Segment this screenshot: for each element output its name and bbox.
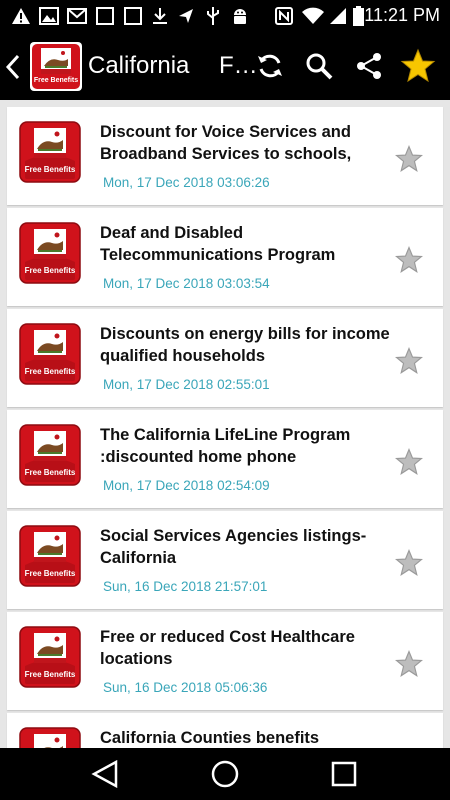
list-item-date: Mon, 17 Dec 2018 03:03:54	[103, 276, 270, 291]
nfc-icon	[274, 6, 294, 26]
list-item-title: Free or reduced Cost Healthcare location…	[100, 628, 355, 668]
list-item-date: Sun, 16 Dec 2018 21:57:01	[103, 579, 268, 594]
status-bar: 11:21 PM	[0, 0, 450, 33]
thumbnail-text: Free Benefits	[24, 165, 76, 174]
free-benefits-thumbnail: Free Benefits	[19, 121, 81, 183]
square-icon	[94, 6, 116, 26]
send-icon	[176, 6, 196, 26]
thumbnail-text: Free Benefits	[24, 670, 76, 679]
free-benefits-thumbnail: Free Benefits	[19, 222, 81, 284]
thumbnail-text: Free Benefits	[24, 266, 76, 275]
favorite-star-outline-icon[interactable]	[395, 650, 423, 678]
list-item-date: Sun, 16 Dec 2018 05:06:36	[103, 680, 268, 695]
battery-icon	[352, 6, 364, 26]
thumbnail-text: Free Benefits	[24, 569, 76, 578]
favorite-star-outline-icon[interactable]	[395, 246, 423, 274]
back-triangle-icon[interactable]	[88, 758, 122, 790]
favorite-star-outline-icon[interactable]	[395, 145, 423, 173]
list-item-title: California Counties benefits application	[100, 729, 320, 747]
list-item[interactable]: Free Benefits The California LifeLine Pro…	[7, 410, 443, 508]
free-benefits-thumbnail: Free Benefits	[19, 525, 81, 587]
download-icon	[150, 6, 170, 26]
status-time: 11:21 PM	[364, 5, 440, 25]
favorite-star-outline-icon[interactable]	[395, 549, 423, 577]
list-item-title: The California LifeLine Program :discoun…	[100, 426, 351, 466]
share-icon[interactable]	[350, 47, 388, 85]
list-item[interactable]: Free Benefits California Counties benefit…	[7, 713, 443, 748]
app-logo-text: Free Benefits	[33, 77, 79, 84]
list-item-date: Mon, 17 Dec 2018 02:55:01	[103, 377, 270, 392]
wifi-icon	[300, 6, 326, 26]
free-benefits-thumbnail: Free Benefits	[19, 727, 81, 748]
thumbnail-text: Free Benefits	[24, 468, 76, 477]
free-benefits-thumbnail: Free Benefits	[19, 626, 81, 688]
list-item-date: Mon, 17 Dec 2018 03:06:26	[103, 175, 270, 190]
list-item[interactable]: Free Benefits Deaf and Disabled Telecommu…	[7, 208, 443, 306]
favorite-star-outline-icon[interactable]	[395, 347, 423, 375]
thumbnail-text: Free Benefits	[24, 367, 76, 376]
back-arrow-icon[interactable]	[3, 53, 23, 81]
android-icon	[229, 6, 251, 26]
list-item-date: Mon, 17 Dec 2018 02:54:09	[103, 478, 270, 493]
list-item-title: Social Services Agencies listings-Califo…	[100, 527, 367, 567]
list-item-title: Discounts on energy bills for income qua…	[100, 325, 390, 365]
recents-square-icon[interactable]	[327, 758, 361, 790]
app-title: California	[88, 52, 190, 79]
favorite-star-outline-icon[interactable]	[395, 448, 423, 476]
system-nav-bar	[0, 748, 450, 800]
favorite-star-icon[interactable]	[399, 47, 437, 85]
free-benefits-thumbnail: Free Benefits	[19, 323, 81, 385]
list-item-title: Discount for Voice Services and Broadban…	[100, 123, 352, 163]
usb-icon	[204, 6, 222, 26]
warning-icon	[10, 6, 32, 26]
app-bar: Free Benefits California F…	[0, 33, 450, 100]
benefits-list[interactable]: Free Benefits Discount for Voice Services…	[0, 100, 450, 748]
list-item[interactable]: Free Benefits Discount for Voice Services…	[7, 107, 443, 205]
list-item[interactable]: Free Benefits Free or reduced Cost Health…	[7, 612, 443, 710]
list-item[interactable]: Free Benefits Discounts on energy bills f…	[7, 309, 443, 407]
gmail-icon	[66, 6, 88, 26]
square-icon-2	[122, 6, 144, 26]
app-logo: Free Benefits	[30, 42, 82, 91]
search-icon[interactable]	[300, 47, 338, 85]
home-circle-icon[interactable]	[208, 758, 242, 790]
signal-icon	[328, 6, 348, 26]
image-icon	[38, 6, 60, 26]
list-item-title: Deaf and Disabled Telecommunications Pro…	[100, 224, 336, 264]
free-benefits-thumbnail: Free Benefits	[19, 424, 81, 486]
list-item[interactable]: Free Benefits Social Services Agencies li…	[7, 511, 443, 609]
refresh-icon[interactable]	[251, 47, 289, 85]
